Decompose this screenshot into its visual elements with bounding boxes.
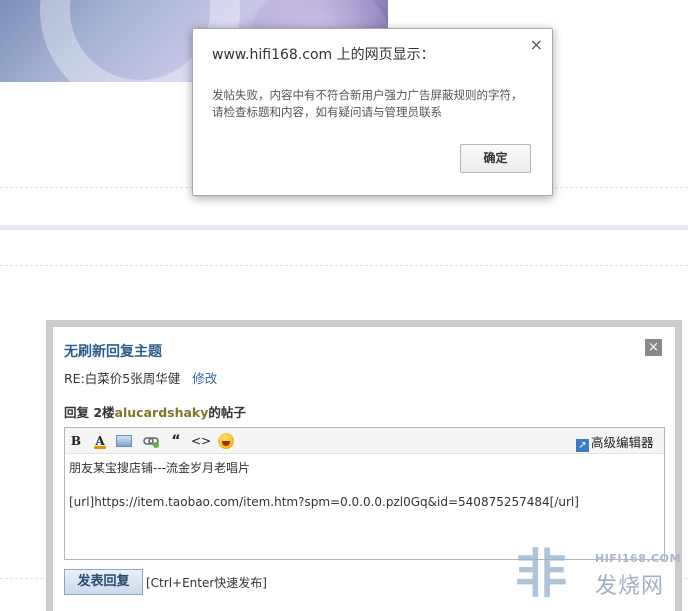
link-icon <box>143 437 159 448</box>
edit-subject-link[interactable]: 修改 <box>192 371 217 386</box>
watermark-name: 发烧网 <box>595 574 665 599</box>
advanced-editor-link[interactable]: ↗ 高级编辑器 <box>576 432 654 452</box>
alert-ok-button[interactable]: 确定 <box>460 144 531 173</box>
code-button[interactable]: <> <box>191 432 211 450</box>
quote-button[interactable]: “ <box>167 432 185 450</box>
reply-subject: RE:白菜价5张周华健 修改 <box>64 368 217 387</box>
section-band <box>0 225 688 230</box>
reply-to-prefix: 回复 2楼 <box>64 405 115 420</box>
alert-title: www.hifi168.com 上的网页显示： <box>212 47 435 63</box>
arrow-icon: ↗ <box>576 439 589 452</box>
watermark-site: HIFI168.COM <box>595 552 681 565</box>
font-color-button[interactable]: A <box>91 432 109 450</box>
editor-toolbar: B A “ <> ↗ 高级编辑器 <box>65 428 664 454</box>
reply-content-textarea[interactable]: 朋友某宝搜店铺---流金岁月老唱片 [url]https://item.taob… <box>65 454 664 517</box>
submit-reply-button[interactable]: 发表回复 <box>64 569 143 595</box>
smiley-button[interactable] <box>217 432 235 450</box>
reply-dialog-title: 无刷新回复主题 <box>64 344 162 360</box>
image-icon <box>116 435 132 447</box>
advanced-editor-label: 高级编辑器 <box>591 435 654 450</box>
reply-to-suffix: 的帖子 <box>208 405 246 420</box>
alert-message: 发帖失败，内容中有不符合新用户强力广告屏蔽规则的字符，请检查标题和内容，如有疑问… <box>212 88 523 119</box>
insert-link-button[interactable] <box>142 432 160 450</box>
reply-editor: B A “ <> ↗ 高级编辑器 朋友某宝搜店铺---流金岁月老唱片 [url]h… <box>64 427 665 560</box>
browser-alert-dialog: www.hifi168.com 上的网页显示： × 发帖失败，内容中有不符合新用… <box>192 28 553 196</box>
subject-text: RE:白菜价5张周华健 <box>64 371 181 386</box>
alert-close-icon[interactable]: × <box>530 35 543 54</box>
shortcut-hint: [Ctrl+Enter快速发布] <box>146 576 267 590</box>
divider <box>0 265 688 266</box>
reply-to-username: alucardshaky <box>114 405 209 420</box>
reply-close-icon[interactable]: × <box>645 339 662 356</box>
watermark-logo-icon: 非 <box>515 545 568 605</box>
bold-button[interactable]: B <box>67 432 85 450</box>
site-watermark: 非 HIFI168.COM 发烧网 <box>515 545 688 605</box>
reply-to-label: 回复 2楼alucardshaky的帖子 <box>64 402 246 421</box>
insert-image-button[interactable] <box>115 432 133 450</box>
